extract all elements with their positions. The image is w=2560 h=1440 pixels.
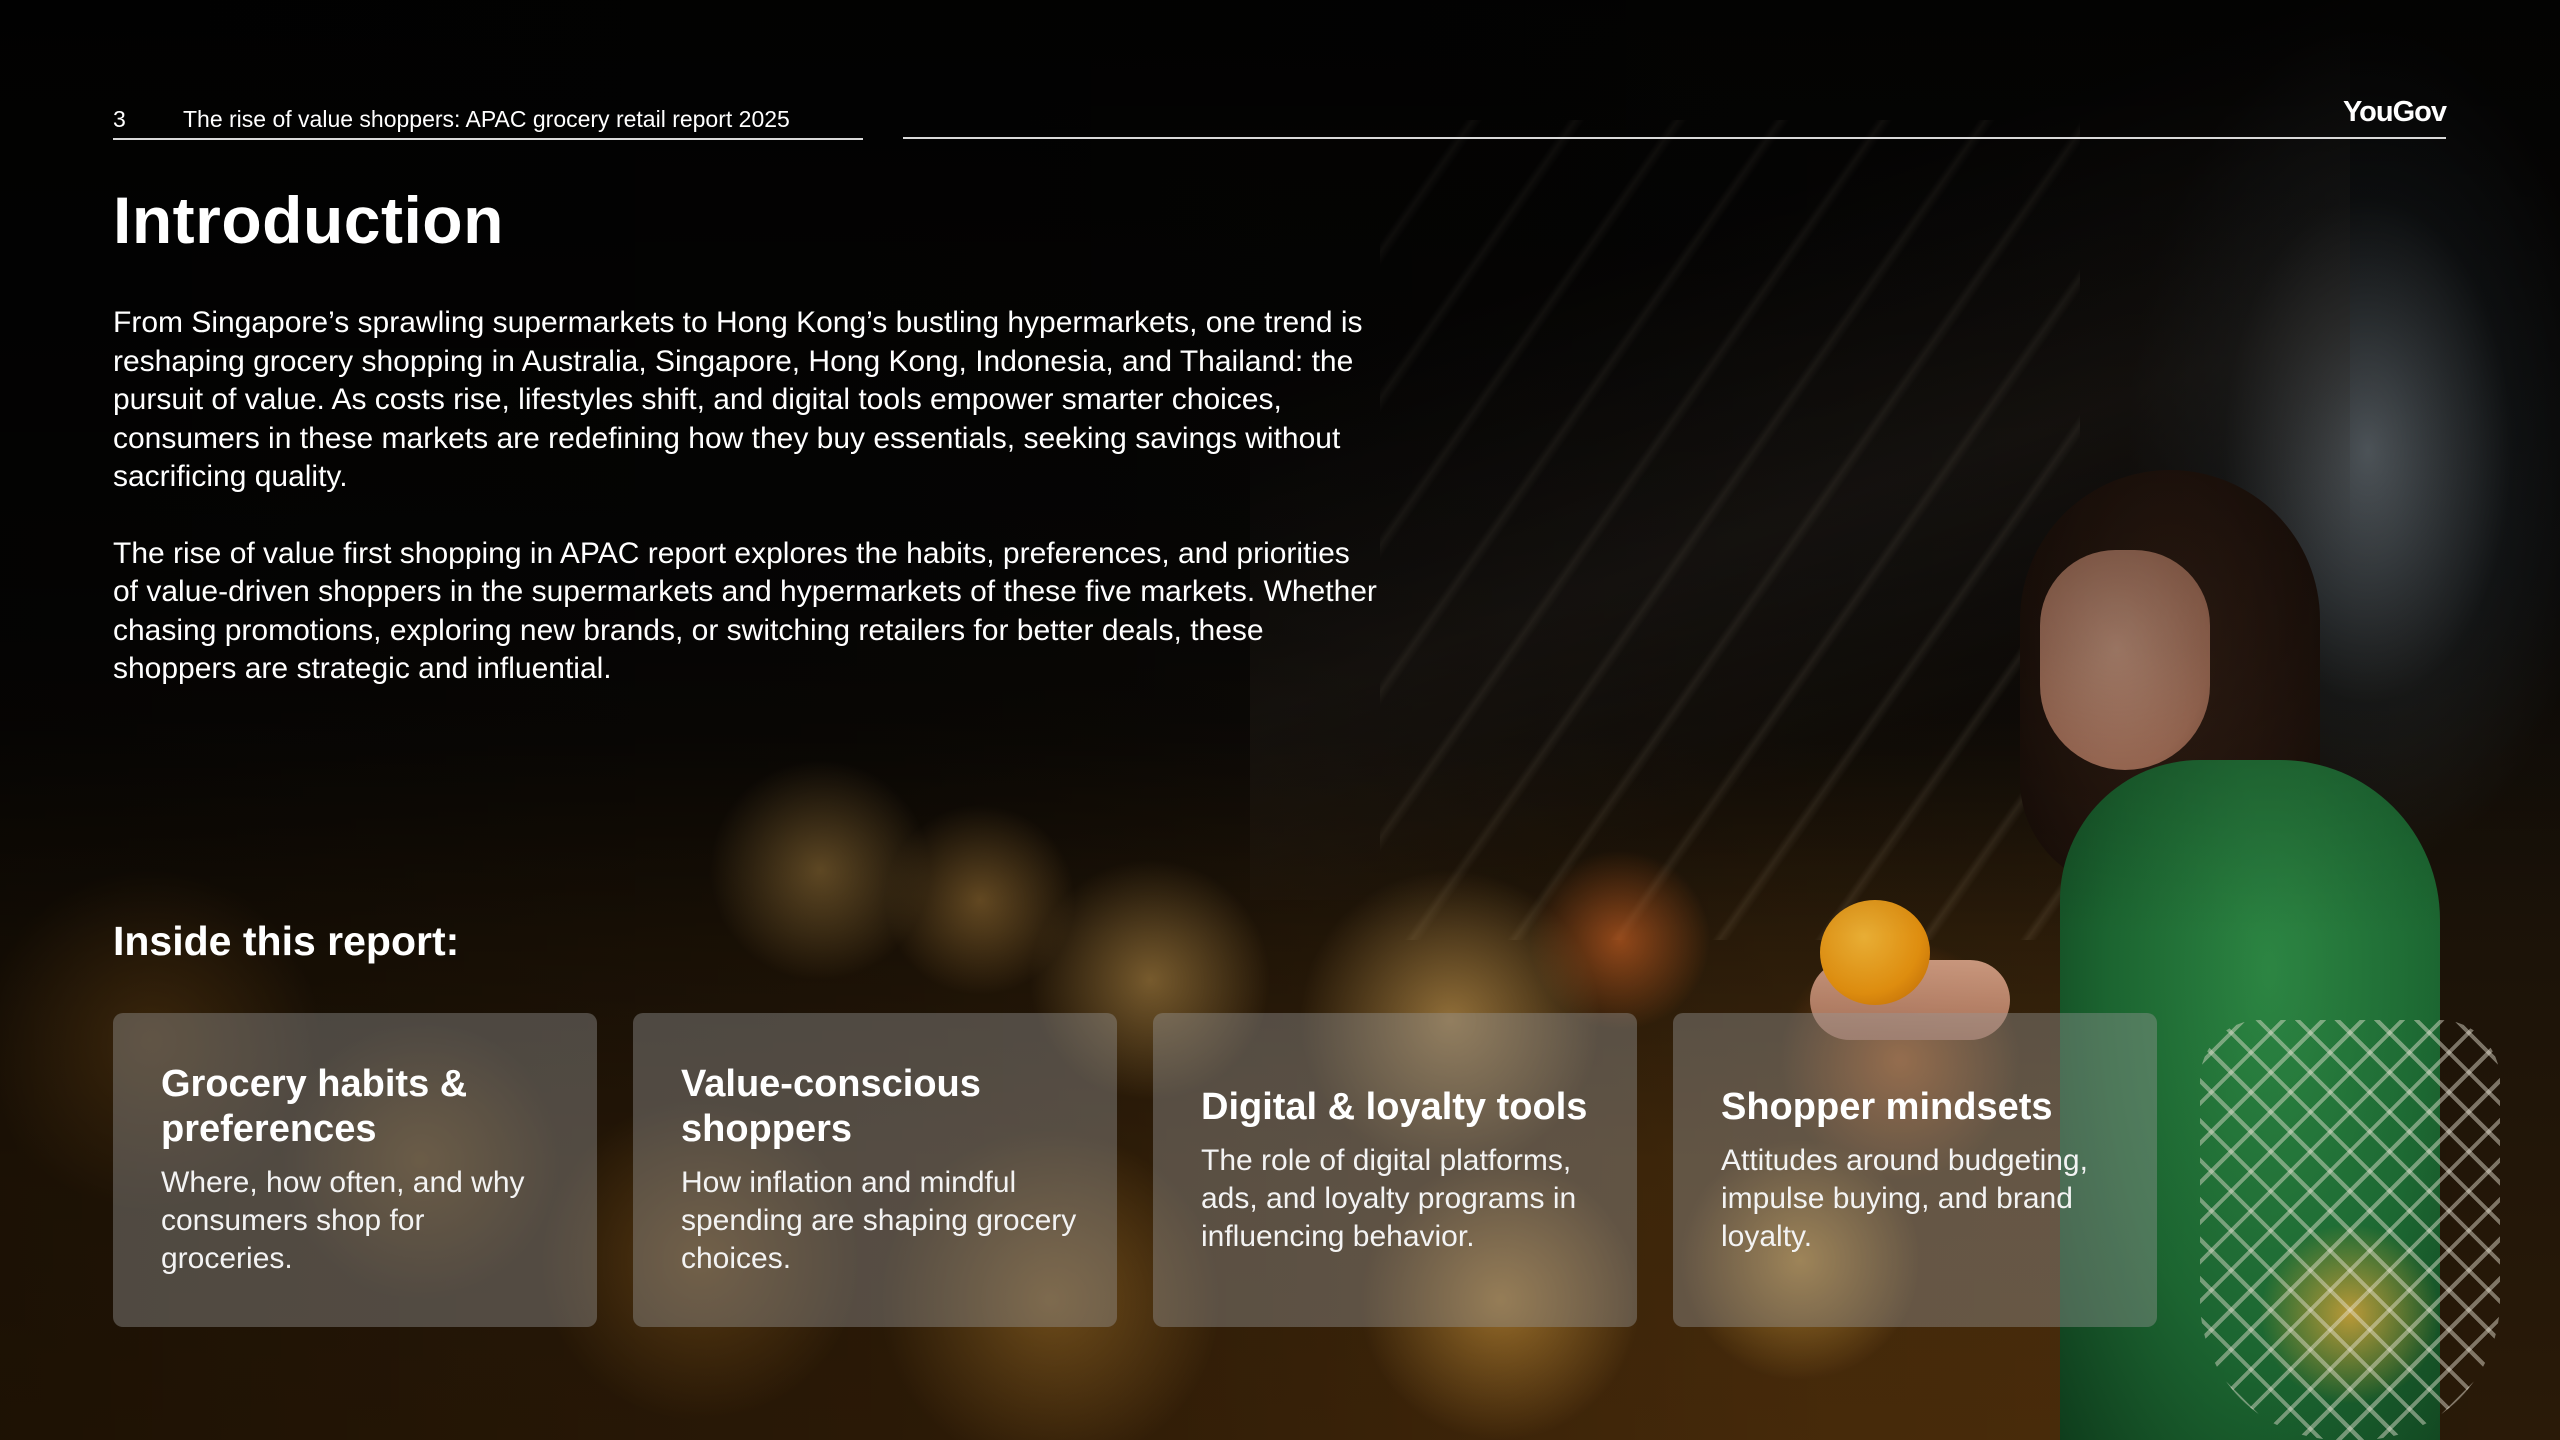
yougov-logo: YouGov [2342, 96, 2447, 128]
topic-card-grocery-habits: Grocery habits & preferences Where, how … [113, 1013, 597, 1327]
report-title: The rise of value shoppers: APAC grocery… [183, 105, 790, 132]
card-description: The role of digital platforms, ads, and … [1201, 1143, 1577, 1253]
inside-report-heading: Inside this report: [113, 918, 460, 964]
header-divider [903, 137, 2446, 139]
card-description: Where, how often, and why consumers shop… [161, 1166, 525, 1275]
card-title: Digital & loyalty tools [1201, 1085, 1588, 1128]
page-title: Introduction [113, 183, 504, 257]
card-title: Value-conscious shoppers [681, 1063, 981, 1150]
card-description: How inflation and mindful spending are s… [681, 1166, 1077, 1275]
topic-card-shopper-mindsets: Shopper mindsets Attitudes around budget… [1673, 1013, 2157, 1327]
intro-text: From Singapore’s sprawling supermarkets … [113, 304, 1383, 727]
card-description: Attitudes around budgeting, impulse buyi… [1721, 1143, 2088, 1253]
page-number: 3 [113, 105, 126, 132]
topic-cards: Grocery habits & preferences Where, how … [113, 1013, 2157, 1327]
card-title: Shopper mindsets [1721, 1085, 2053, 1128]
card-title: Grocery habits & preferences [161, 1063, 468, 1150]
report-page: 3 The rise of value shoppers: APAC groce… [0, 0, 2560, 1440]
page-header: 3 The rise of value shoppers: APAC groce… [113, 100, 863, 140]
intro-paragraph: From Singapore’s sprawling supermarkets … [113, 306, 1363, 493]
topic-card-digital-loyalty: Digital & loyalty tools The role of digi… [1153, 1013, 1637, 1327]
intro-paragraph: The rise of value first shopping in APAC… [113, 536, 1377, 686]
topic-card-value-conscious: Value-conscious shoppers How inflation a… [633, 1013, 1117, 1327]
